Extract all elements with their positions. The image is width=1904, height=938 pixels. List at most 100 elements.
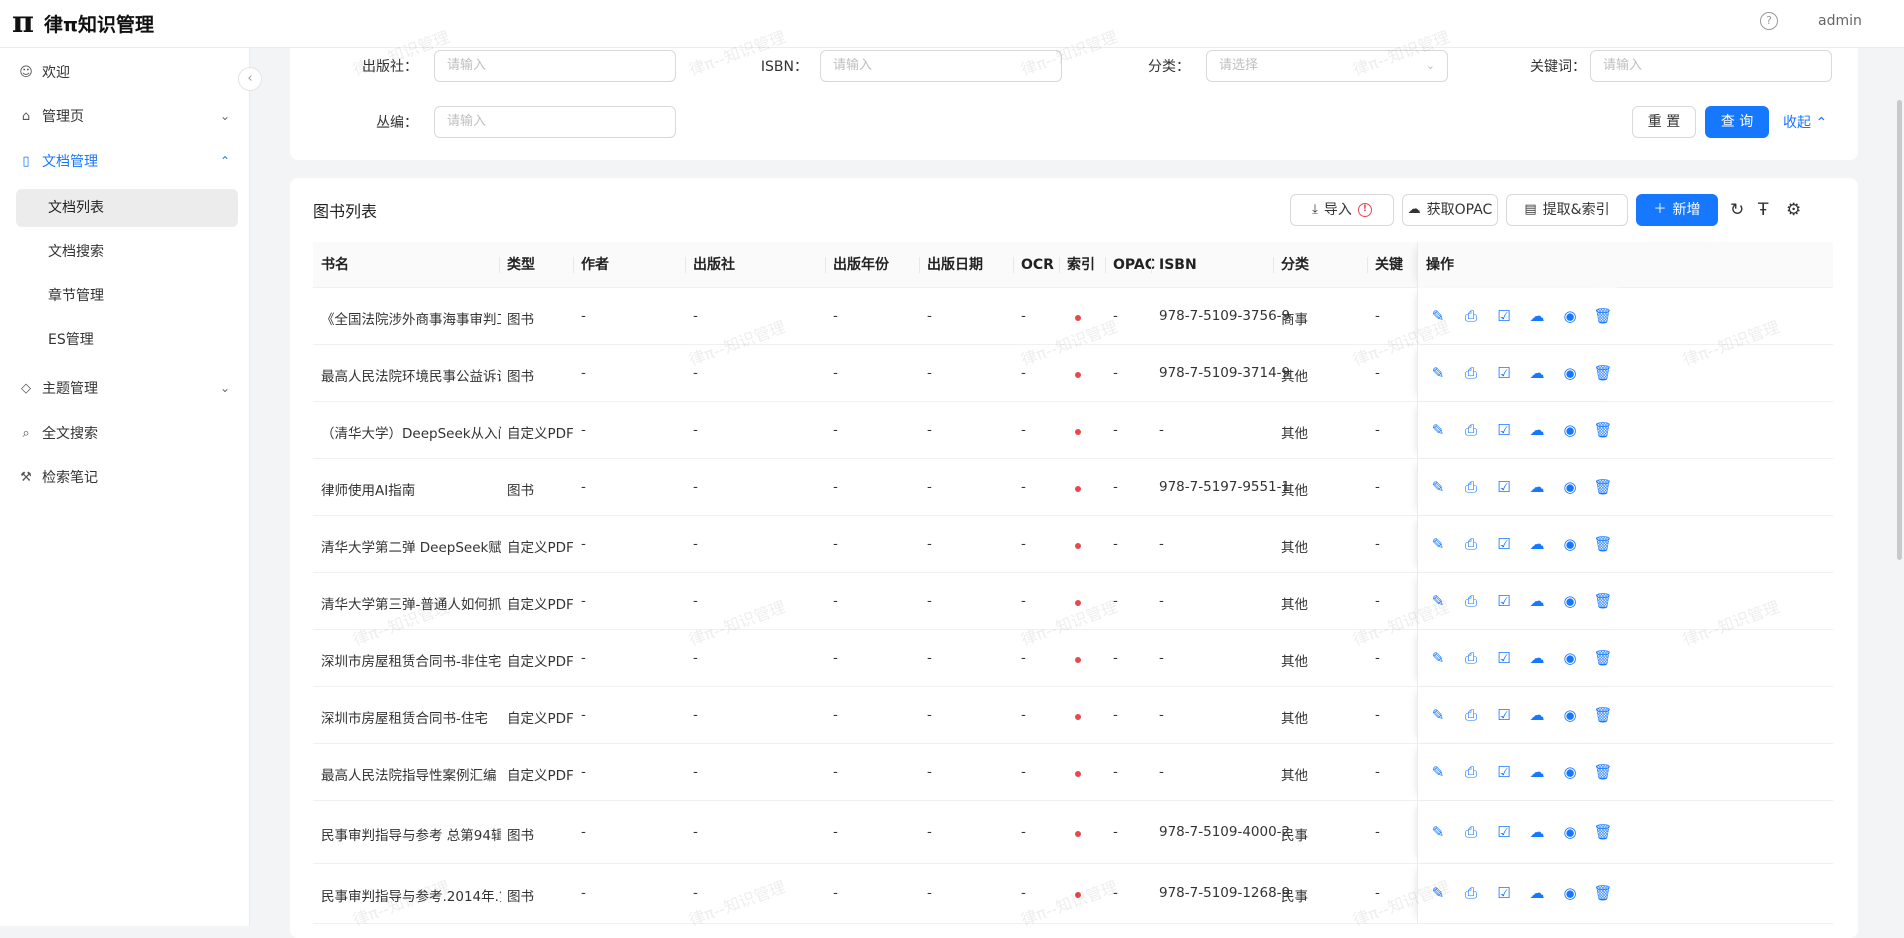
pdf-file-icon[interactable]: ⎙ <box>1461 649 1481 667</box>
pdf-file-icon[interactable]: ⎙ <box>1461 535 1481 553</box>
cloud-upload-icon[interactable]: ☁ <box>1527 307 1547 325</box>
series-input[interactable]: 请输入 <box>434 106 676 138</box>
column-divider[interactable] <box>1151 257 1152 273</box>
column-divider[interactable] <box>919 257 920 273</box>
reset-button[interactable]: 重 置 <box>1632 106 1696 138</box>
sidebar-subitem-chapters[interactable]: 章节管理 <box>16 277 238 315</box>
table-row[interactable]: 清华大学第三弹-普通人如何抓... 自定义PDF - - - - - - - 其他 - ✎ ⎙ ☑ ☁ ◉ 🗑 <box>313 573 1833 630</box>
edit-icon[interactable]: ✎ <box>1428 364 1448 382</box>
cloud-upload-icon[interactable]: ☁ <box>1527 823 1547 841</box>
cloud-upload-icon[interactable]: ☁ <box>1527 763 1547 781</box>
user-menu[interactable]: admin <box>1818 13 1862 29</box>
eye-icon[interactable]: ◉ <box>1560 592 1580 610</box>
edit-icon[interactable]: ✎ <box>1428 307 1448 325</box>
collapse-filters-link[interactable]: 收起 ⌃ <box>1783 112 1827 132</box>
table-row[interactable]: 清华大学第二弹 DeepSeek赋能...自定义PDF-------其他-✎⎙☑… <box>313 516 1833 573</box>
eye-icon[interactable]: ◉ <box>1560 535 1580 553</box>
column-header[interactable]: OPAC <box>1113 242 1155 288</box>
cell-title[interactable]: 《全国法院涉外商事海事审判工... <box>321 308 501 328</box>
delete-icon[interactable]: 🗑 <box>1593 364 1613 382</box>
table-row[interactable]: 最高人民法院指导性案例汇编（...自定义PDF-------其他-✎⎙☑☁◉🗑 <box>313 744 1833 801</box>
table-row[interactable]: 深圳市房屋租赁合同书-非住宅 自定义PDF - - - - - - - 其他 - ✎ ⎙ ☑ ☁ ◉ 🗑 <box>313 630 1833 687</box>
eye-icon[interactable]: ◉ <box>1560 478 1580 496</box>
edit-square-icon[interactable]: ☑ <box>1494 421 1514 439</box>
cell-title[interactable]: 深圳市房屋租赁合同书-住宅 <box>321 707 501 727</box>
edit-icon[interactable]: ✎ <box>1428 823 1448 841</box>
pdf-file-icon[interactable]: ⎙ <box>1461 421 1481 439</box>
category-select[interactable]: 请选择 ⌄ <box>1206 50 1448 82</box>
eye-icon[interactable]: ◉ <box>1560 706 1580 724</box>
cell-title[interactable]: 民事审判指导与参考.2014年.第4... <box>321 885 501 905</box>
table-row[interactable]: 律师使用AI指南 图书 - - - - - - 978-7-5197-9551-1 其他 - ✎ ⎙ ☑ ☁… <box>313 459 1833 516</box>
column-header[interactable]: 类型 <box>507 242 535 288</box>
column-header[interactable]: 书名 <box>321 242 349 288</box>
vertical-scrollbar[interactable] <box>1897 100 1902 560</box>
sidebar-subitem-doc-search[interactable]: 文档搜索 <box>16 233 238 271</box>
cloud-upload-icon[interactable]: ☁ <box>1527 421 1547 439</box>
sidebar-item-welcome[interactable]: ☺ 欢迎 <box>18 54 230 90</box>
pdf-file-icon[interactable]: ⎙ <box>1461 364 1481 382</box>
pdf-file-icon[interactable]: ⎙ <box>1461 884 1481 902</box>
column-header[interactable]: 出版社 <box>693 242 735 288</box>
edit-icon[interactable]: ✎ <box>1428 421 1448 439</box>
cell-title[interactable]: 清华大学第二弹 DeepSeek赋能... <box>321 536 501 556</box>
column-divider[interactable] <box>1013 257 1014 273</box>
pdf-file-icon[interactable]: ⎙ <box>1461 307 1481 325</box>
cell-title[interactable]: （清华大学）DeepSeek从入门... <box>321 422 501 442</box>
add-button[interactable]: ＋ 新增 <box>1636 194 1718 226</box>
sidebar-subitem-doc-list[interactable]: 文档列表 <box>16 189 238 227</box>
delete-icon[interactable]: 🗑 <box>1593 478 1613 496</box>
import-button[interactable]: ⤓ 导入 ! <box>1290 194 1394 226</box>
cell-title[interactable]: 最高人民法院指导性案例汇编（... <box>321 764 501 784</box>
delete-icon[interactable]: 🗑 <box>1593 884 1613 902</box>
table-row[interactable]: 《全国法院涉外商事海事审判工... 图书 - - - - - - 978-7-5109-3756… <box>313 288 1833 345</box>
table-row[interactable]: 民事审判指导与参考 总第94辑 图书 - - - - - - 978-7-5109-4000-2… <box>313 801 1833 864</box>
column-header[interactable]: 作者 <box>581 242 609 288</box>
delete-icon[interactable]: 🗑 <box>1593 421 1613 439</box>
delete-icon[interactable]: 🗑 <box>1593 535 1613 553</box>
cell-title[interactable]: 清华大学第三弹-普通人如何抓... <box>321 593 501 613</box>
column-divider[interactable] <box>1273 257 1274 273</box>
eye-icon[interactable]: ◉ <box>1560 649 1580 667</box>
eye-icon[interactable]: ◉ <box>1560 421 1580 439</box>
column-header[interactable]: 出版年份 <box>833 242 889 288</box>
column-header[interactable]: 关键 <box>1375 242 1403 288</box>
extract-index-button[interactable]: ▤ 提取&索引 <box>1506 194 1628 226</box>
pdf-file-icon[interactable]: ⎙ <box>1461 706 1481 724</box>
question-circle-icon[interactable]: ? <box>1760 12 1778 30</box>
delete-icon[interactable]: 🗑 <box>1593 706 1613 724</box>
reload-icon[interactable]: ↻ <box>1730 200 1744 220</box>
table-row[interactable]: 民事审判指导与参考.2014年.第4... 图书 - - - - - - 978-7-5109-… <box>313 864 1833 924</box>
column-header[interactable]: 分类 <box>1281 242 1309 288</box>
edit-square-icon[interactable]: ☑ <box>1494 706 1514 724</box>
cloud-upload-icon[interactable]: ☁ <box>1527 649 1547 667</box>
setting-icon[interactable]: ⚙ <box>1786 200 1801 220</box>
sidebar-item-notes[interactable]: ⚒ 检索笔记 <box>18 459 230 495</box>
eye-icon[interactable]: ◉ <box>1560 307 1580 325</box>
publisher-input[interactable]: 请输入 <box>434 50 676 82</box>
eye-icon[interactable]: ◉ <box>1560 823 1580 841</box>
delete-icon[interactable]: 🗑 <box>1593 649 1613 667</box>
column-divider[interactable] <box>825 257 826 273</box>
cell-title[interactable]: 律师使用AI指南 <box>321 479 501 499</box>
cell-title[interactable]: 最高人民法院环境民事公益诉讼... <box>321 365 501 385</box>
pdf-file-icon[interactable]: ⎙ <box>1461 763 1481 781</box>
edit-icon[interactable]: ✎ <box>1428 763 1448 781</box>
column-divider[interactable] <box>499 257 500 273</box>
delete-icon[interactable]: 🗑 <box>1593 307 1613 325</box>
edit-square-icon[interactable]: ☑ <box>1494 649 1514 667</box>
delete-icon[interactable]: 🗑 <box>1593 823 1613 841</box>
isbn-input[interactable]: 请输入 <box>820 50 1062 82</box>
edit-square-icon[interactable]: ☑ <box>1494 592 1514 610</box>
edit-icon[interactable]: ✎ <box>1428 592 1448 610</box>
keyword-input[interactable]: 请输入 <box>1590 50 1832 82</box>
delete-icon[interactable]: 🗑 <box>1593 763 1613 781</box>
logo[interactable]: π 律π知识管理 <box>12 8 154 38</box>
delete-icon[interactable]: 🗑 <box>1593 592 1613 610</box>
column-height-icon[interactable]: Ŧ <box>1758 200 1768 220</box>
pdf-file-icon[interactable]: ⎙ <box>1461 823 1481 841</box>
edit-square-icon[interactable]: ☑ <box>1494 478 1514 496</box>
edit-icon[interactable]: ✎ <box>1428 884 1448 902</box>
sidebar-item-fulltext[interactable]: ⌕ 全文搜索 <box>18 415 230 451</box>
edit-square-icon[interactable]: ☑ <box>1494 535 1514 553</box>
